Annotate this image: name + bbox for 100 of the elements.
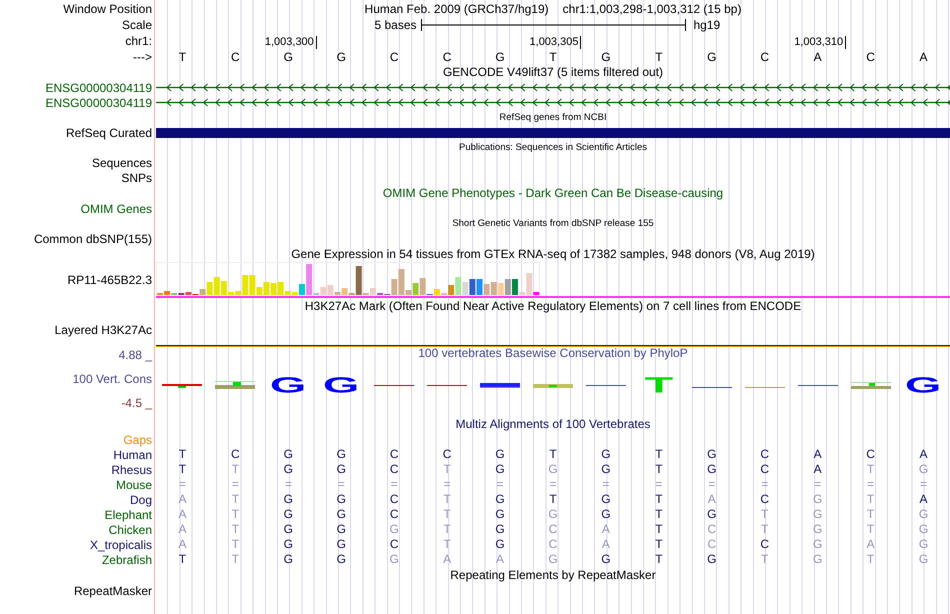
track-label[interactable]: ENSG00000304119 — [45, 96, 152, 110]
aligned-base: G — [284, 462, 293, 477]
aligned-base: G — [918, 552, 928, 567]
aligned-base: T — [178, 447, 186, 462]
aligned-base: C — [760, 492, 770, 507]
aligned-base: T — [232, 492, 240, 507]
aligned-base: A — [920, 492, 928, 507]
aligned-base: = — [444, 477, 451, 492]
track-label[interactable]: ENSG00000304119 — [45, 80, 152, 94]
track-title: 100 vertebrates Basewise Conservation by PhyloP — [418, 346, 688, 360]
aligned-base: A — [178, 492, 186, 507]
aligned-base: G — [918, 462, 928, 477]
aligned-base: G — [548, 507, 558, 522]
aligned-base: T — [232, 537, 240, 552]
aligned-base: C — [231, 447, 240, 462]
aligned-base: G — [601, 462, 611, 477]
track-label[interactable]: 100 Vert. Cons — [72, 372, 152, 386]
aligned-base: T — [761, 552, 768, 567]
logo-letter: G — [905, 376, 942, 394]
track-label[interactable]: RefSeq Curated — [66, 126, 152, 140]
aligned-base: G — [336, 492, 346, 507]
track-label[interactable]: X_tropicalis — [90, 538, 152, 552]
gene-feature-bar[interactable] — [156, 128, 950, 138]
base-letter: G — [284, 50, 293, 64]
aligned-base: = — [390, 477, 398, 492]
aligned-base: A — [178, 537, 186, 552]
track-label[interactable]: Common dbSNP(155) — [34, 232, 152, 246]
aligned-base: T — [761, 522, 768, 537]
aligned-base: = — [708, 477, 716, 492]
aligned-base: A — [708, 492, 716, 507]
aligned-base: G — [601, 447, 611, 462]
conservation-mark — [744, 386, 785, 388]
track-label[interactable]: RepeatMasker — [74, 584, 152, 598]
track-title: RefSeq genes from NCBI — [499, 112, 607, 123]
aligned-base: T — [443, 492, 451, 507]
position-text: chr1:1,003,298-1,003,312 (15 bp) — [562, 2, 742, 16]
track-title: OMIM Gene Phenotypes - Dark Green Can Be Disease-causing — [382, 186, 724, 200]
base-letter: A — [814, 50, 822, 64]
track-label[interactable]: Chicken — [108, 522, 152, 536]
aligned-base: T — [866, 492, 874, 507]
aligned-base: G — [336, 552, 346, 567]
aligned-base: G — [284, 447, 293, 462]
aligned-base: G — [495, 492, 505, 507]
tick-label: 1,003,310 — [794, 36, 846, 49]
base-letter: C — [231, 50, 240, 64]
aligned-base: G — [918, 522, 928, 537]
track-label: Scale — [122, 18, 152, 32]
aligned-base: T — [178, 462, 186, 477]
track-label[interactable]: Sequences — [92, 156, 152, 170]
track-label[interactable]: Layered H3K27Ac — [54, 323, 152, 337]
base-letter: C — [442, 50, 452, 64]
aligned-base: G — [812, 492, 822, 507]
aligned-base: C — [707, 522, 716, 537]
aligned-base: C — [760, 537, 770, 552]
scale-text: 5 bases — [374, 18, 418, 32]
aligned-base: G — [707, 507, 716, 522]
aligned-base: C — [390, 492, 399, 507]
aligned-base: A — [178, 507, 186, 522]
aligned-base: T — [866, 552, 874, 567]
track-title: Gene Expression in 54 tissues from GTEx RNA-seq of 17382 samples, 948 donors (V8, Aug 2019) — [291, 247, 815, 261]
base-letter: G — [495, 50, 505, 64]
track-label[interactable]: Elephant — [104, 508, 152, 522]
conservation-mark — [374, 384, 414, 386]
base-letter: T — [178, 50, 186, 64]
track-label[interactable]: Zebrafish — [102, 552, 152, 566]
aligned-base: T — [655, 462, 663, 477]
aligned-base: G — [336, 462, 346, 477]
aligned-base: G — [336, 537, 346, 552]
track-label[interactable]: RP11-465B22.3 — [67, 273, 152, 287]
aligned-base: C — [390, 462, 399, 477]
aligned-base: G — [812, 552, 822, 567]
aligned-base: T — [866, 462, 874, 477]
track-label[interactable]: Dog — [130, 492, 152, 506]
aligned-base: G — [284, 492, 293, 507]
conservation-mark — [480, 382, 520, 388]
aligned-base: C — [548, 522, 558, 537]
aligned-base: G — [812, 537, 822, 552]
track-label[interactable]: OMIM Genes — [80, 202, 152, 216]
aligned-base: G — [918, 507, 928, 522]
track-label[interactable]: SNPs — [121, 170, 152, 184]
track-label[interactable]: Mouse — [116, 478, 152, 492]
aligned-base: G — [707, 552, 716, 567]
aligned-base: G — [601, 552, 611, 567]
base-letter: C — [866, 50, 875, 64]
aligned-base: G — [284, 507, 293, 522]
aligned-base: G — [390, 552, 399, 567]
aligned-base: = — [602, 477, 610, 492]
aligned-base: T — [443, 462, 451, 477]
aligned-base: T — [655, 492, 663, 507]
aligned-base: G — [918, 537, 928, 552]
aligned-base: A — [178, 522, 186, 537]
conservation-mark — [162, 384, 202, 388]
aligned-base: C — [760, 462, 770, 477]
aligned-base: A — [443, 552, 452, 567]
aligned-base: A — [496, 552, 504, 567]
scale-bar-icon — [420, 18, 686, 32]
track-label: Window Position — [63, 2, 152, 16]
track-label[interactable]: Rhesus — [111, 462, 152, 476]
aligned-base: G — [548, 462, 558, 477]
track-label[interactable]: Human — [113, 448, 152, 462]
